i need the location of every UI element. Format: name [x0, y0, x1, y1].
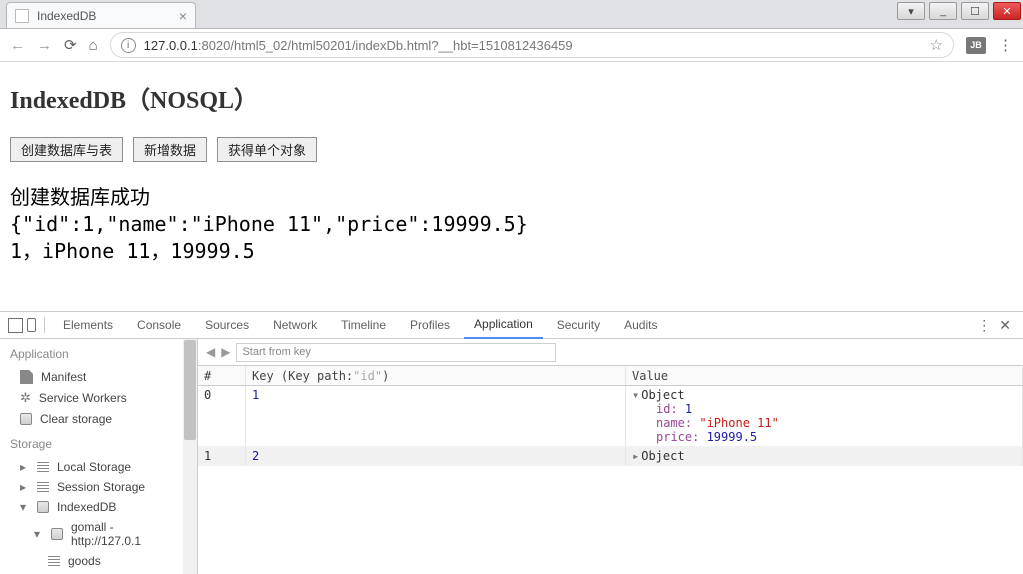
devtools-tabbar: Elements Console Sources Network Timelin…: [0, 312, 1023, 339]
tab-audits[interactable]: Audits: [614, 312, 667, 338]
chevron-right-icon[interactable]: ▸: [632, 449, 639, 463]
tab-profiles[interactable]: Profiles: [400, 312, 460, 338]
page-title: IndexedDB（NOSQL）: [10, 80, 1013, 115]
get-object-button[interactable]: 获得单个对象: [217, 137, 317, 162]
page-icon: [15, 9, 29, 23]
dropdown-button[interactable]: ▾: [897, 2, 925, 20]
page-content: IndexedDB（NOSQL） 创建数据库与表 新增数据 获得单个对象 创建数…: [0, 62, 1023, 275]
device-toggle-icon[interactable]: [27, 318, 36, 332]
devtools-body: Application Manifest ✲Service Workers Cl…: [0, 339, 1023, 574]
table-row[interactable]: 0 1 ▾Object id: 1 name: "iPhone 11" pric…: [198, 386, 1023, 447]
cell-index: 0: [198, 386, 246, 446]
sidebar-section-storage: Storage: [0, 429, 197, 457]
button-row: 创建数据库与表 新增数据 获得单个对象: [10, 137, 1013, 162]
application-main: ◀ ▶ Start from key # Key (Key path: "id"…: [198, 339, 1023, 574]
sidebar-item-clear-storage[interactable]: Clear storage: [0, 409, 197, 429]
sidebar-item-session-storage[interactable]: ▸Session Storage: [0, 477, 197, 497]
sidebar-section-application: Application: [0, 339, 197, 367]
chevron-down-icon: ▾: [34, 527, 43, 541]
sidebar-item-local-storage[interactable]: ▸Local Storage: [0, 457, 197, 477]
tab-security[interactable]: Security: [547, 312, 610, 338]
prev-page-icon[interactable]: ◀: [206, 345, 215, 359]
tab-close-icon[interactable]: ×: [179, 8, 187, 24]
chevron-down-icon[interactable]: ▾: [632, 388, 639, 402]
tab-network[interactable]: Network: [263, 312, 327, 338]
sidebar-scrollbar[interactable]: [183, 339, 197, 574]
cell-value: ▾Object id: 1 name: "iPhone 11" price: 1…: [626, 386, 1023, 446]
cell-key: 1: [246, 386, 626, 446]
database-icon: [37, 501, 49, 513]
idb-toolbar: ◀ ▶ Start from key: [198, 339, 1023, 366]
sidebar-item-service-workers[interactable]: ✲Service Workers: [0, 387, 197, 409]
tab-application[interactable]: Application: [464, 311, 543, 339]
cell-key: 2: [246, 447, 626, 465]
maximize-button[interactable]: ☐: [961, 2, 989, 20]
storage-icon: [37, 462, 49, 472]
sidebar-item-manifest[interactable]: Manifest: [0, 367, 197, 387]
url-text: 127.0.0.1:8020/html5_02/html50201/indexD…: [144, 38, 573, 53]
chevron-down-icon: ▾: [20, 500, 29, 514]
close-window-button[interactable]: ✕: [993, 2, 1021, 20]
extension-badge[interactable]: JB: [966, 37, 986, 54]
grid-header: # Key (Key path: "id") Value: [198, 366, 1023, 386]
cell-index: 1: [198, 447, 246, 465]
output-line-3: 1，iPhone 11，19999.5: [10, 238, 1013, 265]
key-filter-input[interactable]: Start from key: [236, 343, 556, 362]
site-info-icon[interactable]: i: [121, 38, 136, 53]
devtools-panel: Elements Console Sources Network Timelin…: [0, 311, 1023, 574]
table-row[interactable]: 1 2 ▸Object: [198, 447, 1023, 466]
home-icon[interactable]: ⌂: [89, 37, 98, 54]
output-text: 创建数据库成功 {"id":1,"name":"iPhone 11","pric…: [10, 184, 1013, 265]
browser-toolbar: ← → ⟳ ⌂ i 127.0.0.1:8020/html5_02/html50…: [0, 29, 1023, 62]
browser-tabstrip: IndexedDB ×: [0, 0, 1023, 29]
tab-sources[interactable]: Sources: [195, 312, 259, 338]
sidebar-item-indexeddb[interactable]: ▾IndexedDB: [0, 497, 197, 517]
forward-icon[interactable]: →: [37, 37, 52, 54]
sidebar-item-db-gomall[interactable]: ▾gomall - http://127.0.1: [0, 517, 197, 551]
col-value[interactable]: Value: [626, 366, 1023, 385]
window-caption-buttons: ▾ _ ☐ ✕: [895, 0, 1023, 22]
tab-timeline[interactable]: Timeline: [331, 312, 396, 338]
minimize-button[interactable]: _: [929, 2, 957, 20]
col-index[interactable]: #: [198, 366, 246, 385]
file-icon: [20, 370, 33, 384]
inspect-icon[interactable]: [8, 318, 23, 333]
separator: [44, 317, 45, 333]
gear-icon: ✲: [20, 390, 31, 406]
storage-icon: [37, 482, 49, 492]
idb-data-grid: # Key (Key path: "id") Value 0 1 ▾Object…: [198, 366, 1023, 574]
devtools-close-icon[interactable]: ✕: [995, 317, 1015, 334]
objectstore-icon: [48, 556, 60, 566]
browser-menu-icon[interactable]: ⋮: [998, 36, 1013, 54]
tab-console[interactable]: Console: [127, 312, 191, 338]
browser-tab[interactable]: IndexedDB ×: [6, 2, 196, 28]
tab-elements[interactable]: Elements: [53, 312, 123, 338]
reload-icon[interactable]: ⟳: [64, 36, 77, 54]
sidebar-item-store-goods[interactable]: goods: [0, 551, 197, 571]
database-icon: [51, 528, 63, 540]
tab-title: IndexedDB: [37, 9, 96, 23]
bookmark-star-icon[interactable]: ☆: [930, 36, 943, 54]
chevron-right-icon: ▸: [20, 460, 29, 474]
create-db-button[interactable]: 创建数据库与表: [10, 137, 123, 162]
back-icon[interactable]: ←: [10, 37, 25, 54]
cell-value: ▸Object: [626, 447, 1023, 465]
output-line-1: 创建数据库成功: [10, 184, 1013, 211]
chevron-right-icon: ▸: [20, 480, 29, 494]
database-icon: [20, 413, 32, 425]
devtools-menu-icon[interactable]: ⋮: [977, 317, 991, 334]
col-key[interactable]: Key (Key path: "id"): [246, 366, 626, 385]
next-page-icon[interactable]: ▶: [221, 345, 230, 359]
add-data-button[interactable]: 新增数据: [133, 137, 207, 162]
application-sidebar: Application Manifest ✲Service Workers Cl…: [0, 339, 198, 574]
address-bar[interactable]: i 127.0.0.1:8020/html5_02/html50201/inde…: [110, 32, 954, 58]
output-line-2: {"id":1,"name":"iPhone 11","price":19999…: [10, 211, 1013, 238]
